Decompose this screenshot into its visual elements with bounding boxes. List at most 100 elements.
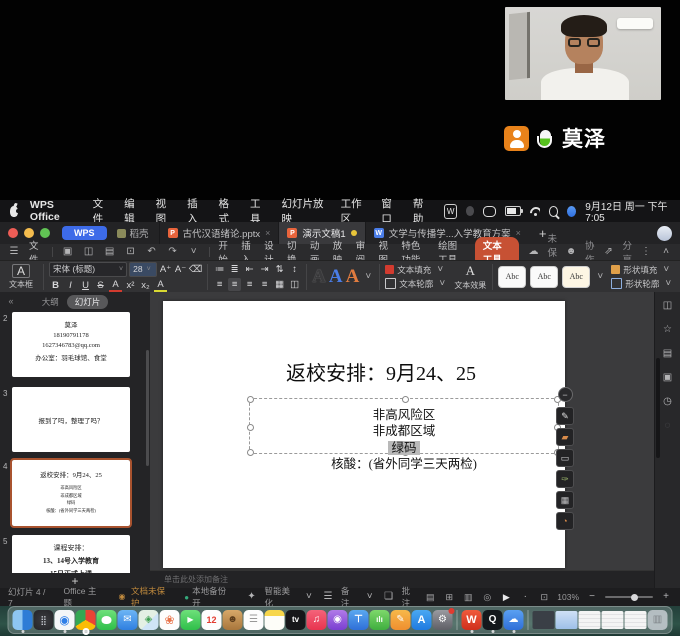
quick-pen-icon[interactable]: ✎ [556,407,574,425]
apple-icon[interactable] [10,206,18,217]
favorites-icon[interactable]: ☆ [662,324,674,336]
image-library-icon[interactable]: ▣ [662,372,674,384]
underline-button[interactable]: U [79,279,92,292]
decrease-font-icon[interactable]: A⁻ [174,263,187,276]
zoom-out-icon[interactable]: − [586,591,598,603]
text-fill-button[interactable]: 文本填充 ˅ [385,264,448,276]
zoom-level[interactable]: 103% [557,592,579,602]
dock-pages-icon[interactable] [391,610,411,630]
dock-finder-icon[interactable] [13,610,33,630]
quick-grid-icon[interactable]: ▦ [556,491,574,509]
docer-button[interactable]: 稻壳 [117,226,149,240]
dock-numbers-icon[interactable] [370,610,390,630]
italic-button[interactable]: I [64,279,77,292]
collaborate-icon[interactable]: ☻ [565,246,577,258]
clear-format-icon[interactable]: ⌫ [189,263,202,276]
font-family-select[interactable]: 宋体 (标题) ˅ [49,262,127,277]
close-window-button[interactable] [8,228,18,238]
text-effect-button[interactable]: A 文本效果 [453,263,487,291]
play-slideshow-icon[interactable]: ▶ [500,591,512,603]
dock-keynote-icon[interactable] [349,610,369,630]
dock-qq-icon[interactable] [483,610,503,630]
dock-photos-icon[interactable] [160,610,180,630]
insert-textbox-button[interactable]: A 文本框 [4,264,38,290]
justify-icon[interactable]: ≡ [258,278,271,291]
minimize-window-button[interactable] [24,228,34,238]
dock-maps-icon[interactable] [139,610,159,630]
dock-wps-icon[interactable] [462,610,482,630]
menubar-clock[interactable]: 9月12日 周一 下午7:05 [585,198,670,224]
hamburger-icon[interactable]: ☰ [8,246,20,258]
wps-status-icon[interactable]: W [444,204,457,219]
outdent-icon[interactable]: ⇤ [243,263,256,276]
dock-appstore-icon[interactable] [412,610,432,630]
dock-chrome-icon[interactable] [76,610,96,630]
zoom-window-button[interactable] [40,228,50,238]
indent-icon[interactable]: ⇥ [258,263,271,276]
cast-icon[interactable]: ◎ [481,591,493,603]
slide-thumbnail-2[interactable]: 莫泽 18190791178 1627346783@qq.com 办公室：羽毛球… [12,312,130,377]
preset-style-2[interactable]: A [329,267,343,286]
dock-notes-icon[interactable] [265,610,285,630]
body-line-4[interactable]: 核酸：(省外同学三天两检) [249,453,559,472]
dock-calendar-icon[interactable] [202,610,222,630]
shape-outline-button[interactable]: 形状轮廓 ˅ [611,278,674,290]
redo-icon[interactable]: ↷ [167,246,179,258]
dock-minimized-window-blue[interactable] [556,611,578,629]
battery-icon[interactable] [505,206,520,216]
undo-icon[interactable]: ↶ [146,246,158,258]
dock-netdisk-icon[interactable] [504,610,524,630]
wps-home-button[interactable]: WPS [62,226,107,240]
dock-messages-icon[interactable] [97,610,117,630]
search-icon[interactable] [549,206,559,217]
dock-facetime-icon[interactable] [181,610,201,630]
slide-4[interactable]: 返校安排：9月24、25 非高风险区 非成都区域 绿码 核酸：(省外同学三天两检… [163,301,565,568]
share-icon[interactable]: ⇗ [603,246,615,258]
dock-music-icon[interactable] [307,610,327,630]
line-spacing-icon[interactable]: ↕ [288,263,301,276]
export-icon[interactable]: ⊡ [125,246,137,258]
superscript-button[interactable]: x² [124,279,137,292]
quick-effect-icon[interactable]: ✑ [556,470,574,488]
quick-color-icon[interactable]: ◔ [556,512,574,530]
zoom-slider[interactable] [605,596,653,598]
shape-fill-button[interactable]: 形状填充 ˅ [611,264,674,276]
save-icon[interactable]: ▣ [62,246,74,258]
quick-fill-icon[interactable]: ▰ [556,428,574,446]
input-method-icon[interactable] [466,206,474,216]
normal-view-icon[interactable]: ▤ [424,591,436,603]
tab-outline[interactable]: 大纲 [42,296,59,308]
align-center-icon[interactable]: ≡ [228,278,241,291]
highlight-color-button[interactable]: A [154,279,167,292]
dock-minimized-window[interactable] [579,611,601,629]
zoom-slider-knob[interactable] [631,594,638,601]
columns-icon[interactable]: ◫ [288,278,301,291]
siri-icon[interactable] [567,206,576,217]
text-direction-icon[interactable]: ⇅ [273,263,286,276]
close-tab-icon[interactable]: × [265,228,270,238]
menu-app-name[interactable]: WPS Office [30,199,80,223]
collapse-ribbon-icon[interactable]: ˄ [660,246,672,258]
dock-mail-icon[interactable] [118,610,138,630]
slide-sorter-icon[interactable]: ⊞ [443,591,455,603]
dock-tv-icon[interactable] [286,610,306,630]
strikethrough-button[interactable]: S [94,279,107,292]
font-color-button[interactable]: A [109,279,122,292]
reading-view-icon[interactable]: ▥ [462,591,474,603]
slide-thumbnail-4-selected[interactable]: 返校安排：9月24、25 非高风险区 非成都区域 绿码 核酸：(省外同学三天两检… [12,460,130,526]
quickbar-dropdown-icon[interactable]: ˅ [188,246,200,258]
distribute-icon[interactable]: ▦ [273,278,286,291]
resize-handle[interactable] [402,396,409,403]
bullet-list-icon[interactable]: ≔ [213,263,226,276]
resize-handle[interactable] [247,396,254,403]
dock-minimized-window[interactable] [625,611,647,629]
increase-font-icon[interactable]: A⁺ [159,263,172,276]
preset-style-3[interactable]: A [346,267,360,286]
dock-contacts-icon[interactable] [223,610,243,630]
numbered-list-icon[interactable]: ≣ [228,263,241,276]
align-right-icon[interactable]: ≡ [243,278,256,291]
close-tab-icon[interactable]: × [516,228,521,238]
dock-safari-icon[interactable] [55,610,75,630]
print-icon[interactable]: ▤ [104,246,116,258]
more-tools-icon[interactable]: ◌ [662,420,674,432]
